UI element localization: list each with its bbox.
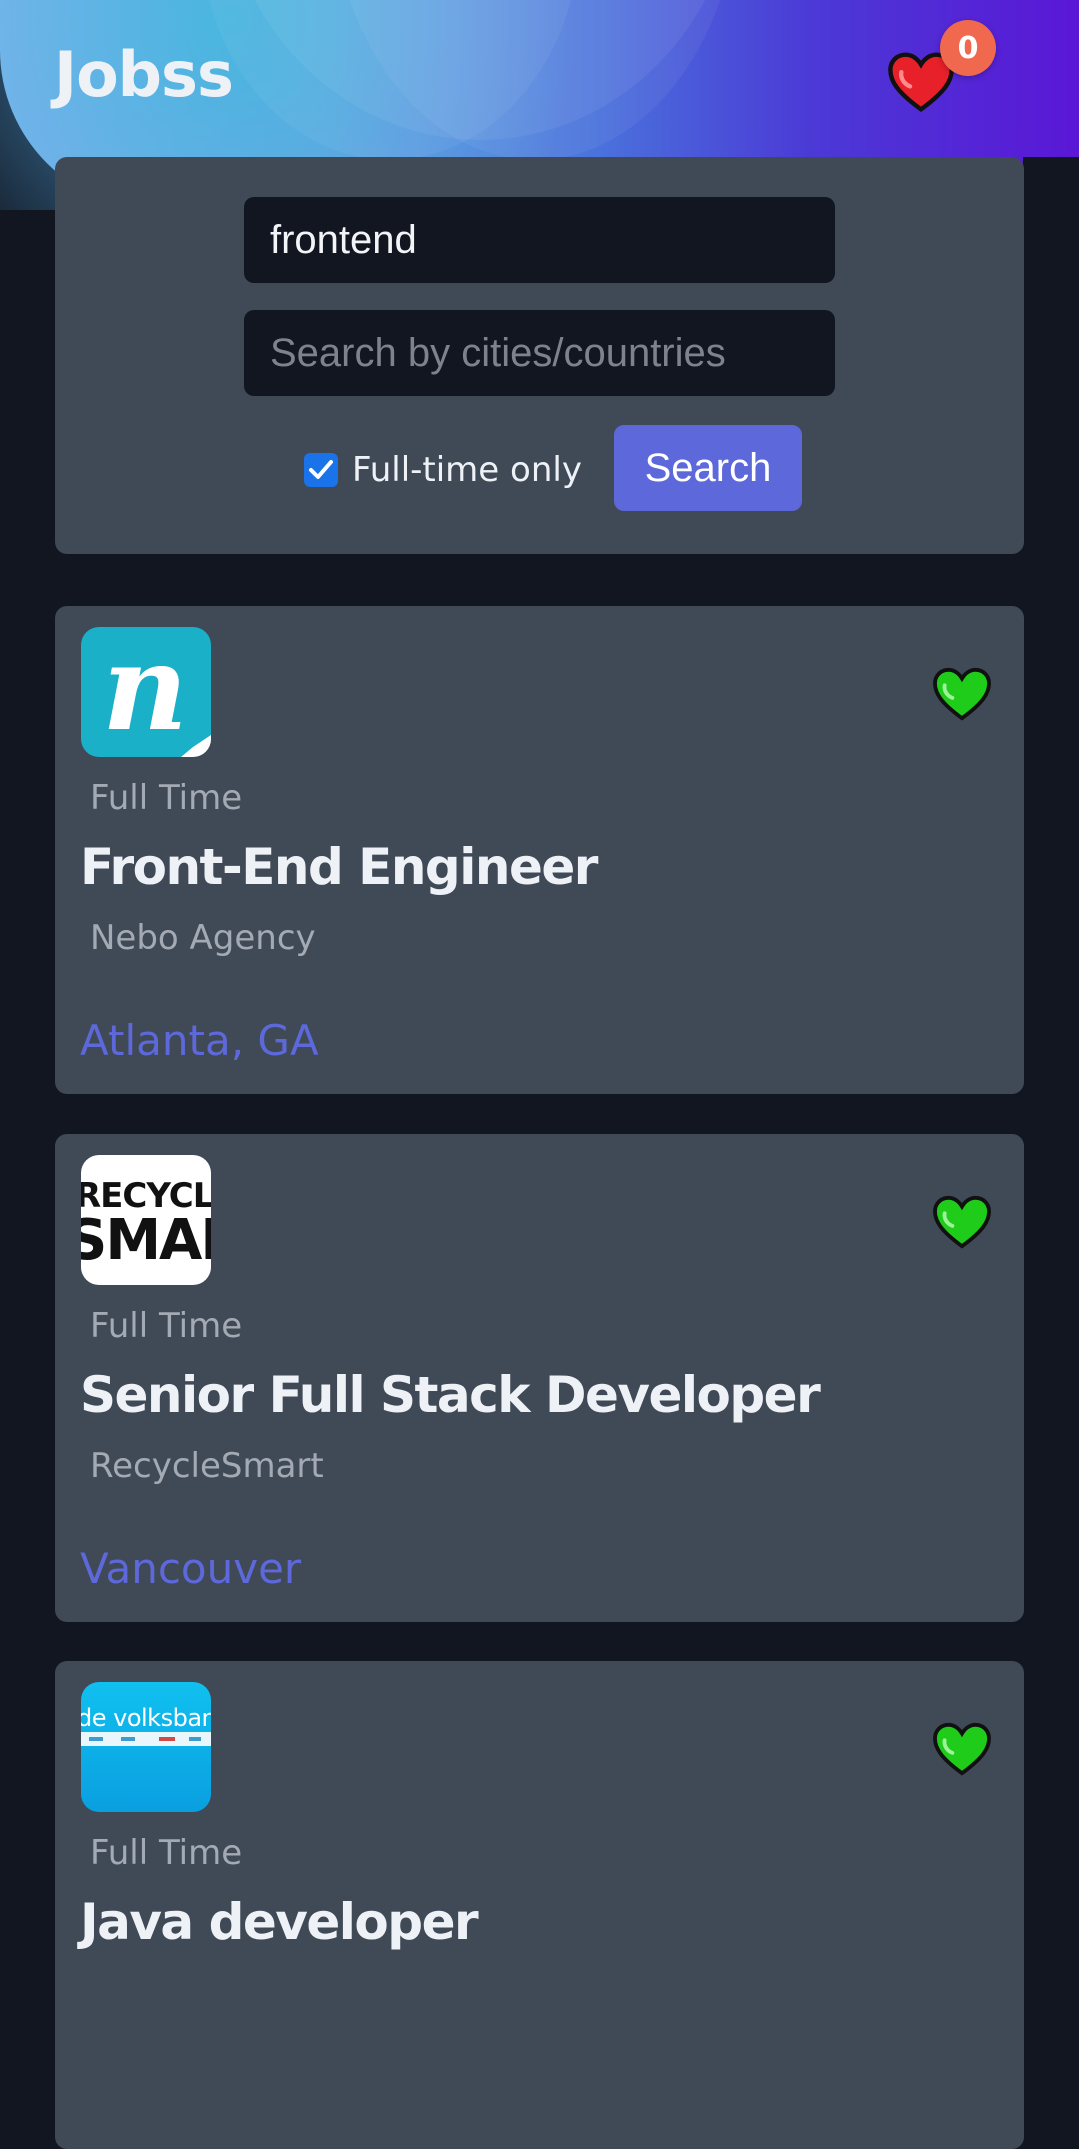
fulltime-toggle[interactable]: Full-time only (304, 450, 582, 490)
search-button[interactable]: Search (614, 425, 802, 511)
heart-icon[interactable] (931, 666, 993, 722)
job-company: RecycleSmart (90, 1446, 324, 1486)
fulltime-checkbox[interactable] (304, 453, 338, 487)
search-panel: Full-time only Search (55, 157, 1024, 554)
job-title[interactable]: Java developer (80, 1893, 479, 1951)
svg-text:SMART: SMART (81, 1208, 211, 1273)
heart-icon[interactable] (931, 1721, 993, 1777)
job-card[interactable]: RECYCLE SMART Full Time Senior Full Stac… (55, 1134, 1024, 1622)
fulltime-label: Full-time only (352, 450, 582, 490)
svg-text:de volksbank: de volksbank (81, 1704, 211, 1732)
favorites-count-badge: 0 (940, 20, 996, 76)
app-logo[interactable]: Jobss (54, 38, 234, 111)
location-search-input[interactable] (244, 310, 835, 396)
heart-icon[interactable] (931, 1194, 993, 1250)
job-location: Atlanta, GA (80, 1016, 319, 1065)
company-logo: de volksbank (81, 1682, 211, 1812)
favorites-button[interactable]: 0 (886, 20, 996, 120)
job-title[interactable]: Senior Full Stack Developer (80, 1366, 821, 1424)
keyword-search-input[interactable] (244, 197, 835, 283)
job-type: Full Time (90, 778, 243, 818)
company-logo: n (81, 627, 211, 757)
header-mask (1023, 157, 1079, 217)
check-icon (309, 460, 333, 479)
job-card[interactable]: de volksbank Full Time Java developer (55, 1661, 1024, 2149)
job-type: Full Time (90, 1833, 243, 1873)
job-card[interactable]: n Full Time Front-End Engineer Nebo Agen… (55, 606, 1024, 1094)
job-company: Nebo Agency (90, 918, 316, 958)
job-type: Full Time (90, 1306, 243, 1346)
job-title[interactable]: Front-End Engineer (80, 838, 598, 896)
svg-text:n: n (102, 627, 188, 757)
job-location: Vancouver (80, 1544, 302, 1593)
company-logo: RECYCLE SMART (81, 1155, 211, 1285)
